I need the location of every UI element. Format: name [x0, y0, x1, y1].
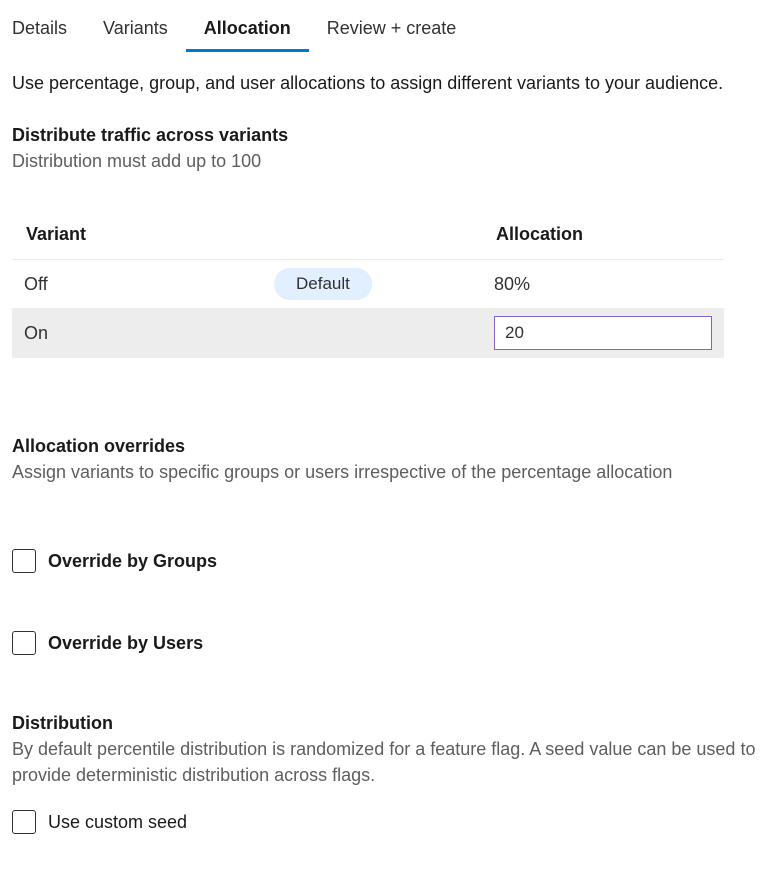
- table-row: On: [12, 308, 724, 358]
- use-custom-seed-row: Use custom seed: [12, 810, 770, 834]
- use-custom-seed-checkbox[interactable]: [12, 810, 36, 834]
- distribution-sub: By default percentile distribution is ra…: [12, 736, 770, 788]
- overrides-title: Allocation overrides: [12, 436, 770, 457]
- allocation-input[interactable]: [494, 316, 712, 350]
- variant-name-cell: Off: [12, 260, 262, 309]
- override-by-groups-checkbox[interactable]: [12, 549, 36, 573]
- variant-name-cell: On: [12, 308, 262, 358]
- table-row: Off Default 80%: [12, 260, 724, 309]
- use-custom-seed-label: Use custom seed: [48, 812, 187, 833]
- override-by-users-label: Override by Users: [48, 633, 203, 654]
- wizard-tabs: Details Variants Allocation Review + cre…: [12, 8, 770, 52]
- tab-allocation[interactable]: Allocation: [186, 8, 309, 52]
- distribution-title: Distribution: [12, 713, 770, 734]
- tab-details[interactable]: Details: [12, 8, 85, 52]
- intro-text: Use percentage, group, and user allocati…: [12, 70, 770, 97]
- override-by-users-row: Override by Users: [12, 631, 770, 655]
- variant-allocation-table: Variant Allocation Off Default 80% On: [12, 214, 724, 358]
- tab-review-create[interactable]: Review + create: [309, 8, 475, 52]
- column-header-badge: [262, 214, 482, 260]
- override-by-groups-label: Override by Groups: [48, 551, 217, 572]
- tab-variants[interactable]: Variants: [85, 8, 186, 52]
- overrides-sub: Assign variants to specific groups or us…: [12, 459, 770, 485]
- allocation-value-text: 80%: [494, 274, 530, 294]
- override-by-groups-row: Override by Groups: [12, 549, 770, 573]
- column-header-allocation: Allocation: [482, 214, 724, 260]
- default-badge: Default: [274, 268, 372, 300]
- column-header-variant: Variant: [12, 214, 262, 260]
- distribute-title: Distribute traffic across variants: [12, 125, 770, 146]
- distribute-sub: Distribution must add up to 100: [12, 148, 770, 174]
- override-by-users-checkbox[interactable]: [12, 631, 36, 655]
